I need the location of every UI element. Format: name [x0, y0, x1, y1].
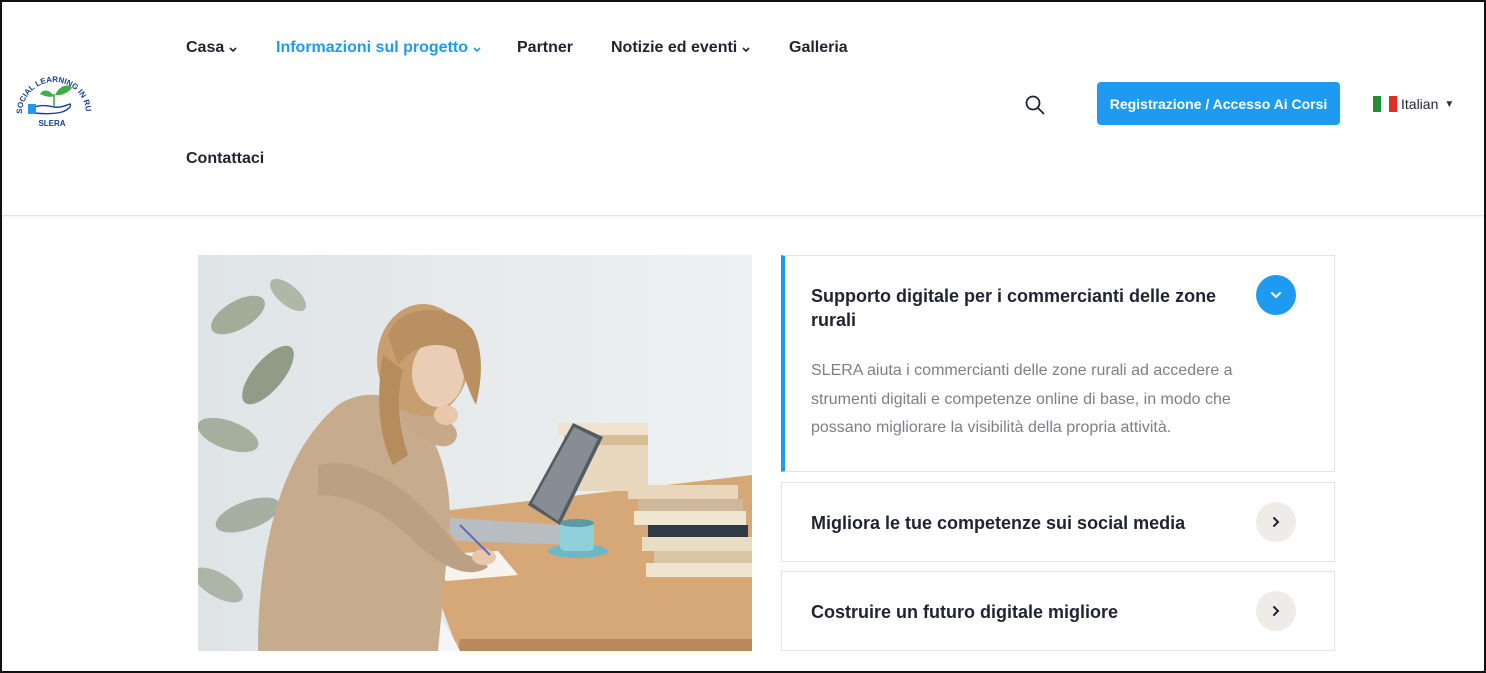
chevron-down-icon [473, 47, 481, 53]
register-login-button[interactable]: Registrazione / Accesso Ai Corsi [1097, 82, 1340, 125]
accordion-item-digital-support[interactable]: Supporto digitale per i commercianti del… [781, 255, 1335, 472]
woman-studying-photo [198, 255, 752, 651]
accordion-toggle-button[interactable] [1256, 502, 1296, 542]
accordion-body-text: SLERA aiuta i commercianti delle zone ru… [811, 362, 1233, 436]
chevron-down-icon [1271, 292, 1281, 299]
chevron-down-icon [229, 47, 237, 53]
search-icon[interactable] [1024, 94, 1046, 116]
chevron-down-icon [742, 47, 750, 53]
chevron-right-icon [1273, 517, 1280, 527]
logo-name: SLERA [38, 119, 65, 128]
slera-logo[interactable]: SOCIAL LEARNING IN RURAL AREAS SLERA [9, 59, 94, 130]
page-frame: SOCIAL LEARNING IN RURAL AREAS SLERA Cas… [0, 0, 1486, 673]
nav-informazioni[interactable]: Informazioni sul progetto [276, 39, 482, 57]
nav-galleria[interactable]: Galleria [789, 39, 848, 57]
nav-partner[interactable]: Partner [517, 39, 573, 57]
nav-contattaci-label: Contattaci [186, 150, 265, 167]
nav-notizie-label: Notizie ed eventi [611, 39, 738, 56]
nav-partner-label: Partner [517, 39, 574, 56]
nav-galleria-label: Galleria [789, 39, 848, 56]
nav-informazioni-label: Informazioni sul progetto [276, 39, 468, 56]
site-header: SOCIAL LEARNING IN RURAL AREAS SLERA Cas… [2, 2, 1484, 216]
accordion-toggle-button[interactable] [1256, 275, 1296, 315]
nav-contattaci[interactable]: Contattaci [186, 150, 264, 168]
language-selector[interactable]: Italian ▼ [1373, 94, 1454, 114]
caret-down-icon: ▼ [1444, 98, 1455, 110]
accordion-item-digital-future[interactable]: Costruire un futuro digitale migliore [781, 571, 1335, 651]
accordion-item-social-media[interactable]: Migliora le tue competenze sui social me… [781, 482, 1335, 562]
accordion-title: Supporto digitale per i commercianti del… [811, 286, 1217, 330]
chevron-right-icon [1273, 606, 1280, 616]
accordion-title: Costruire un futuro digitale migliore [811, 602, 1119, 622]
accordion-toggle-button[interactable] [1256, 591, 1296, 631]
register-login-label: Registrazione / Accesso Ai Corsi [1109, 95, 1328, 112]
nav-casa[interactable]: Casa [186, 39, 238, 57]
language-label: Italian [1401, 96, 1439, 112]
italy-flag-icon [1373, 96, 1397, 112]
nav-casa-label: Casa [186, 39, 225, 56]
accordion-title: Migliora le tue competenze sui social me… [811, 513, 1186, 533]
nav-notizie[interactable]: Notizie ed eventi [611, 39, 751, 57]
